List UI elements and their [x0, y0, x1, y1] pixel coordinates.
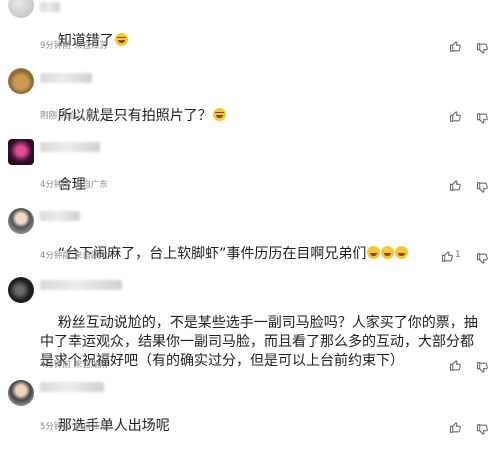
comment-item: 粉丝互动说尬的，不是某些选手一副司马脸吗？人家买了你的票，抽中了幸运观众，结果你…	[0, 274, 500, 374]
like-button[interactable]	[449, 359, 462, 371]
comment-item: “台下闹麻了，台上软脚虾”事件历历在目啊兄弟们 4分钟前 来自四川 1	[0, 205, 500, 265]
comment-meta: 4分钟前 来自湖南	[40, 360, 111, 370]
dislike-button[interactable]	[476, 359, 489, 373]
comment-meta: 4分钟前 来自广东	[40, 180, 111, 190]
comment-meta: 5分钟前 来自江苏	[40, 422, 111, 432]
comment-time: 4分钟前	[40, 251, 71, 261]
like-button[interactable]: 1	[441, 250, 461, 262]
username-blurred[interactable]	[40, 280, 122, 290]
comment-location: 来自广东	[73, 180, 108, 190]
comment-location: 来自湖南	[73, 360, 108, 370]
grinning-emoji-icon	[367, 246, 381, 259]
thumb-up-icon	[442, 251, 453, 262]
comment-location: 来自四川	[73, 251, 108, 261]
like-count: 1	[455, 250, 461, 260]
comment-text: 粉丝互动说尬的，不是某些选手一副司马脸吗？人家买了你的票，抽中了幸运观众，结果你…	[40, 295, 482, 390]
laughing-emoji-icon	[114, 33, 128, 46]
username-blurred[interactable]	[40, 142, 100, 152]
comment-item: 知道错了 9分钟前 来自江苏	[0, 0, 500, 60]
thumb-down-icon	[477, 182, 488, 193]
username-blurred[interactable]	[40, 211, 80, 221]
thumb-down-icon	[477, 43, 488, 54]
like-button[interactable]	[449, 179, 462, 191]
username-blurred[interactable]	[40, 2, 60, 12]
username-blurred[interactable]	[40, 73, 92, 83]
grinning-emoji-icon	[395, 246, 409, 259]
dislike-button[interactable]	[476, 110, 489, 124]
like-button[interactable]	[449, 421, 462, 433]
comment-location: 来自江苏	[73, 422, 108, 432]
avatar[interactable]	[8, 139, 34, 165]
thumb-up-icon	[450, 111, 461, 122]
comment-meta: 4分钟前 来自四川	[40, 251, 111, 261]
thumb-up-icon	[450, 41, 461, 52]
thumb-up-icon	[450, 360, 461, 371]
thumb-up-icon	[450, 180, 461, 191]
avatar[interactable]	[8, 380, 34, 406]
comment-item: 合理 4分钟前 来自广东	[0, 136, 500, 196]
avatar[interactable]	[8, 277, 34, 303]
comment-time: 5分钟前	[40, 422, 71, 432]
avatar[interactable]	[8, 68, 34, 94]
dislike-button[interactable]	[476, 40, 489, 54]
thumb-down-icon	[477, 424, 488, 435]
avatar[interactable]	[8, 0, 34, 18]
username-blurred[interactable]	[40, 382, 104, 392]
thumb-down-icon	[477, 362, 488, 373]
like-button[interactable]	[449, 40, 462, 52]
thumb-down-icon	[477, 113, 488, 124]
comment-meta: 9分钟前 来自江苏	[40, 41, 111, 51]
comment-time: 4分钟前	[40, 360, 71, 370]
comment-location: 来自江苏	[73, 41, 108, 51]
dislike-button[interactable]	[476, 421, 489, 435]
comment-time: 9分钟前	[40, 41, 71, 51]
dislike-button[interactable]	[476, 250, 489, 264]
avatar[interactable]	[8, 208, 34, 234]
comment-item: 所以就是只有拍照片了？ 刚刚 来自江苏	[0, 63, 500, 133]
comment-item: 那选手单人出场呢 5分钟前 来自江苏	[0, 378, 500, 440]
laughing-emoji-icon	[212, 108, 226, 121]
grinning-emoji-icon	[381, 246, 395, 259]
comment-meta: 刚刚 来自江苏	[40, 111, 97, 121]
comment-time: 4分钟前	[40, 180, 71, 190]
like-button[interactable]	[449, 110, 462, 122]
comment-location: 来自江苏	[60, 111, 95, 121]
comment-time: 刚刚	[40, 111, 58, 121]
thumb-up-icon	[450, 422, 461, 433]
dislike-button[interactable]	[476, 179, 489, 193]
thumb-down-icon	[477, 253, 488, 264]
